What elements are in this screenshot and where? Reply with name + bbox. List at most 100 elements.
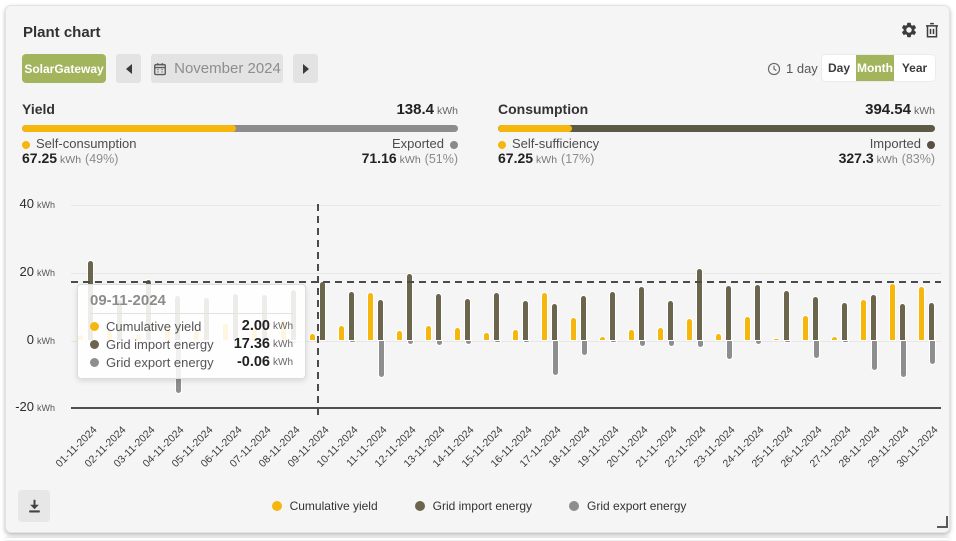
legend-item[interactable]: Grid export energy [569,499,686,513]
bar-cumulative-yield[interactable] [861,300,866,340]
bar-cumulative-yield[interactable] [629,330,634,341]
legend-dot [569,501,579,511]
bar-grid-export-energy[interactable] [408,341,413,344]
bar-grid-import-energy[interactable] [871,295,876,340]
tab-month[interactable]: Month [856,55,894,81]
bar-cumulative-yield[interactable] [774,339,779,341]
self-sufficiency-value: 67.25kWh(17%) [498,150,594,166]
bar-grid-import-energy[interactable] [523,301,528,340]
bar-grid-export-energy[interactable] [843,341,848,342]
bar-cumulative-yield[interactable] [658,328,663,341]
bar-cumulative-yield[interactable] [339,326,344,341]
bar-cumulative-yield[interactable] [484,333,489,341]
bar-grid-export-energy[interactable] [669,341,674,346]
chevron-right-icon [303,64,309,74]
bar-grid-import-energy[interactable] [465,299,470,341]
y-tick-label: 0kWh [13,332,55,347]
import-dot [90,340,99,349]
bar-grid-export-energy[interactable] [379,341,384,377]
yield-total: 138.4kWh [396,101,458,118]
bar-grid-import-energy[interactable] [320,282,325,341]
bar-cumulative-yield[interactable] [919,287,924,341]
next-period-button[interactable] [293,54,318,83]
bar-grid-export-energy[interactable] [495,341,500,342]
bar-cumulative-yield[interactable] [571,318,576,341]
bar-grid-export-energy[interactable] [785,341,790,342]
clock-icon [767,62,781,76]
x-tick-label: 15-11-2024 [433,424,505,496]
bar-grid-export-energy[interactable] [698,341,703,347]
bar-grid-import-energy[interactable] [581,296,586,341]
bar-grid-export-energy[interactable] [350,341,355,342]
x-tick-label: 07-11-2024 [201,424,273,496]
bar-grid-import-energy[interactable] [755,285,760,340]
bar-cumulative-yield[interactable] [600,337,605,340]
bar-grid-import-energy[interactable] [494,293,499,341]
bar-grid-import-energy[interactable] [668,301,673,340]
bar-grid-export-energy[interactable] [582,341,587,356]
legend-item[interactable]: Cumulative yield [272,499,378,513]
bar-grid-import-energy[interactable] [639,287,644,340]
tab-year[interactable]: Year [894,55,935,81]
bar-cumulative-yield[interactable] [832,337,837,340]
exported-label: Exported [392,136,458,151]
bar-grid-import-energy[interactable] [436,294,441,340]
delete-button[interactable] [923,21,941,39]
bar-grid-export-energy[interactable] [524,341,529,342]
resize-handle[interactable] [937,516,948,528]
x-tick-label: 02-11-2024 [56,424,128,496]
bar-grid-export-energy[interactable] [727,341,732,360]
plant-selector-button[interactable]: SolarGateway [22,54,106,83]
bar-cumulative-yield[interactable] [455,328,460,341]
bar-grid-export-energy[interactable] [553,341,558,376]
prev-period-button[interactable] [116,54,141,83]
x-tick-label: 01-11-2024 [27,424,99,496]
bar-chart[interactable]: 40kWh20kWh0kWh-20kWh01-11-202402-11-2024… [1,1,956,541]
bar-grid-import-energy[interactable] [842,303,847,341]
bar-grid-import-energy[interactable] [349,292,354,340]
bar-grid-export-energy[interactable] [466,341,471,344]
bar-grid-export-energy[interactable] [611,341,616,342]
bar-cumulative-yield[interactable] [687,319,692,340]
bar-grid-import-energy[interactable] [552,304,557,340]
legend-item[interactable]: Grid import energy [415,499,532,513]
tab-day[interactable]: Day [822,55,856,81]
bar-grid-export-energy[interactable] [756,341,761,344]
bar-cumulative-yield[interactable] [426,326,431,341]
bar-cumulative-yield[interactable] [310,334,315,341]
settings-button[interactable] [900,21,918,39]
bar-grid-import-energy[interactable] [813,297,818,341]
tooltip-row-import: Grid import energy 17.36kWh [90,335,293,353]
x-axis-line [71,407,941,409]
yield-progress-bar [22,125,458,132]
bar-grid-import-energy[interactable] [784,291,789,340]
bar-cumulative-yield[interactable] [397,331,402,340]
bar-cumulative-yield[interactable] [513,330,518,341]
bar-grid-import-energy[interactable] [610,292,615,340]
gridline-40 [71,205,941,206]
bar-grid-import-energy[interactable] [726,286,731,340]
bar-cumulative-yield[interactable] [368,293,373,341]
x-tick-label: 16-11-2024 [462,424,534,496]
view-switcher: Day Month Year [822,55,935,81]
bar-grid-export-energy[interactable] [872,341,877,370]
period-picker-button[interactable]: November 2024 [151,54,283,83]
bar-grid-export-energy[interactable] [901,341,906,377]
bar-cumulative-yield[interactable] [745,317,750,340]
x-tick-label: 21-11-2024 [607,424,679,496]
bar-grid-export-energy[interactable] [930,341,935,364]
bar-grid-import-energy[interactable] [929,303,934,340]
bar-grid-import-energy[interactable] [697,269,702,341]
bar-cumulative-yield[interactable] [890,284,895,341]
bar-cumulative-yield[interactable] [716,334,721,340]
bar-grid-export-energy[interactable] [437,341,442,345]
bar-cumulative-yield[interactable] [803,316,808,340]
bar-cumulative-yield[interactable] [542,293,547,340]
export-dot [90,358,99,367]
bar-grid-export-energy[interactable] [814,341,819,358]
imported-value: 327.3kWh(83%) [839,150,935,166]
bar-grid-import-energy[interactable] [378,300,383,341]
bar-grid-import-energy[interactable] [900,304,905,341]
bar-grid-export-energy[interactable] [640,341,645,347]
bar-grid-import-energy[interactable] [407,274,412,340]
